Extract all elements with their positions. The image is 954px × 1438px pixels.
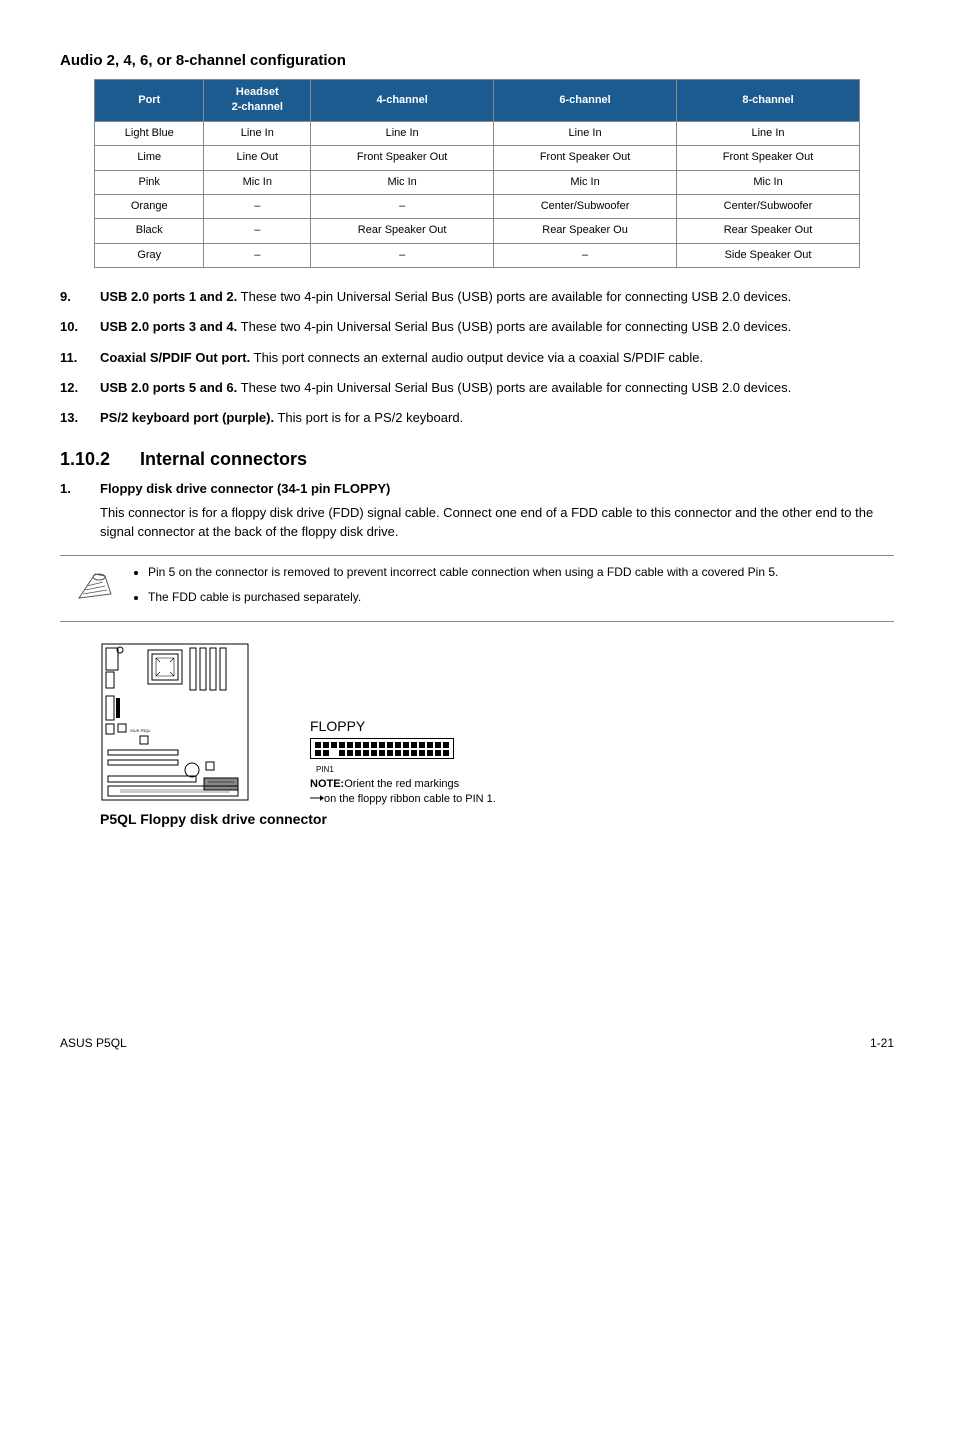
note-item: Pin 5 on the connector is removed to pre… [148, 564, 778, 581]
th-8ch: 8-channel [677, 80, 860, 122]
th-4ch: 4-channel [311, 80, 494, 122]
pin1-label: PIN1 [316, 764, 496, 775]
th-port: Port [95, 80, 204, 122]
table-row: Gray–––Side Speaker Out [95, 243, 860, 267]
motherboard-diagram: /SUS P5QL [100, 642, 250, 807]
diagram-area: /SUS P5QL FLOPPY [100, 642, 894, 829]
table-row: PinkMic InMic InMic InMic In [95, 170, 860, 194]
svg-text:/SUS P5QL: /SUS P5QL [130, 728, 151, 733]
table-row: Light BlueLine InLine InLine InLine In [95, 121, 860, 145]
note-item: The FDD cable is purchased separately. [148, 589, 778, 606]
list-item: 10.USB 2.0 ports 3 and 4. These two 4-pi… [60, 318, 894, 336]
note-icon [60, 564, 130, 607]
audio-config-heading: Audio 2, 4, 6, or 8-channel configuratio… [60, 50, 894, 71]
note-box: Pin 5 on the connector is removed to pre… [60, 555, 894, 623]
th-headset: Headset 2-channel [204, 80, 311, 122]
page-footer: ASUS P5QL 1-21 [60, 1029, 894, 1052]
floppy-label: FLOPPY [310, 717, 496, 737]
connector-item-1: 1. Floppy disk drive connector (34-1 pin… [60, 480, 894, 498]
list-item: 12.USB 2.0 ports 5 and 6. These two 4-pi… [60, 379, 894, 397]
list-item: 9.USB 2.0 ports 1 and 2. These two 4-pin… [60, 288, 894, 306]
pin-strip [310, 738, 454, 759]
table-row: Orange––Center/SubwooferCenter/Subwoofer [95, 194, 860, 218]
arrow-icon [310, 792, 324, 807]
table-row: Black–Rear Speaker OutRear Speaker OuRea… [95, 219, 860, 243]
connector-description: This connector is for a floppy disk driv… [100, 504, 894, 540]
diagram-caption: P5QL Floppy disk drive connector [100, 810, 894, 830]
note-list: Pin 5 on the connector is removed to pre… [130, 564, 778, 614]
footer-right: 1-21 [870, 1035, 894, 1052]
floppy-connector-diagram: FLOPPY PIN1 NOTE:Orient the red markings… [310, 717, 496, 808]
table-row: LimeLine OutFront Speaker OutFront Speak… [95, 146, 860, 170]
orient-note: NOTE:Orient the red markings on the flop… [310, 777, 496, 808]
port-list: 9.USB 2.0 ports 1 and 2. These two 4-pin… [60, 288, 894, 427]
audio-config-table: Port Headset 2-channel 4-channel 6-chann… [94, 79, 860, 268]
footer-left: ASUS P5QL [60, 1035, 127, 1052]
th-6ch: 6-channel [494, 80, 677, 122]
subsection-heading: 1.10.2Internal connectors [60, 447, 894, 472]
list-item: 13.PS/2 keyboard port (purple). This por… [60, 409, 894, 427]
list-item: 11.Coaxial S/PDIF Out port. This port co… [60, 349, 894, 367]
